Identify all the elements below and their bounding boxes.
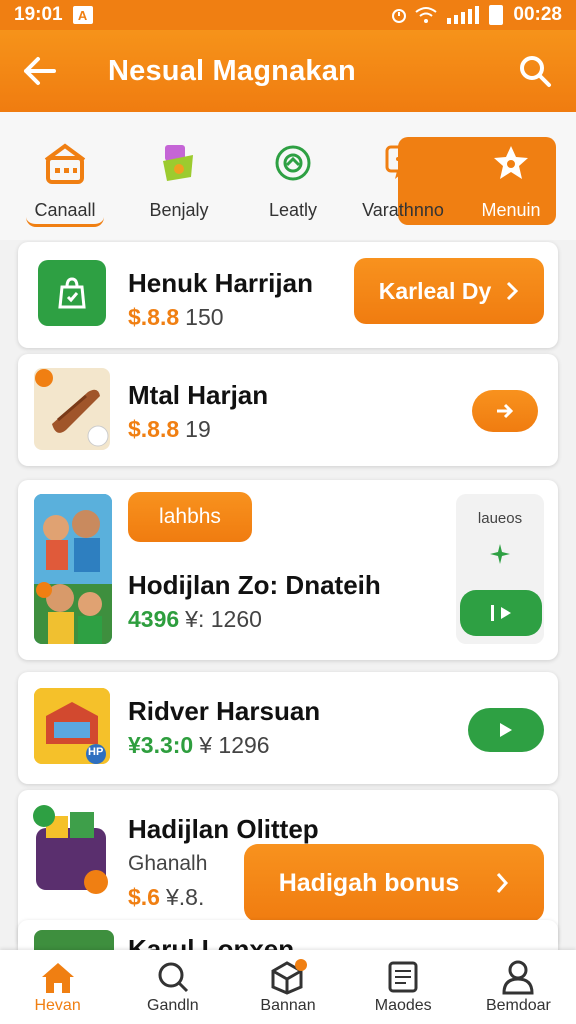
product-card[interactable]: Mtal Harjan $.8.8 19 [18, 354, 558, 466]
play-button[interactable] [460, 590, 542, 636]
alarm-icon [392, 9, 407, 23]
tab-menuin[interactable]: Menuin [456, 132, 566, 232]
price-value: 4396 [128, 606, 180, 632]
profile-icon [502, 960, 534, 995]
chevron-right-icon [507, 281, 519, 301]
arrow-button[interactable] [472, 390, 538, 432]
search-button[interactable] [512, 48, 558, 94]
play-icon [500, 723, 512, 737]
shopping-bag-icon [38, 260, 106, 326]
button-label: Karleal Dy [378, 277, 492, 304]
play-icon [491, 605, 511, 621]
cell-signal-icon [447, 6, 480, 24]
hp-tag: HP [88, 746, 104, 758]
signal-icons [391, 6, 480, 24]
gift-bag-icon [159, 132, 199, 194]
globe-icon [273, 132, 313, 194]
status-bar: 19:01 A 00:28 [0, 0, 576, 30]
star-badge-icon [491, 132, 531, 194]
tab-leatly[interactable]: Leatly [238, 132, 348, 232]
bag-icon [30, 802, 112, 898]
lahbhs-badge[interactable]: lahbhs [128, 492, 252, 542]
app-bar: Nesual Magnakan [0, 30, 576, 112]
product-title: Hodijlan Zo: Dnateih [128, 570, 381, 600]
bottom-nav: Hevan Gandln Bannan Maodes Bemdoar [0, 950, 576, 1024]
notification-icon: A [72, 6, 93, 24]
document-icon [388, 961, 418, 993]
product-subtitle: Ghanalh [128, 852, 208, 875]
price-sub: ¥ 1296 [199, 732, 270, 758]
tab-varathnno[interactable]: Varathnno [348, 132, 458, 232]
hadigah-bonus-button[interactable]: Hadigah bonus [244, 844, 544, 922]
product-title: Ridver Harsuan [128, 696, 321, 726]
chevron-right-icon [497, 873, 509, 893]
product-price: $.6 ¥.8. [128, 884, 204, 911]
nav-label: Gandln [147, 997, 199, 1014]
product-title: Mtal Harjan [128, 380, 269, 410]
status-time: 19:01 [14, 4, 63, 25]
side-label: laueos [477, 510, 523, 527]
nav-bannan[interactable]: Bannan [230, 950, 345, 1024]
product-price: $.8.8 19 [128, 416, 211, 443]
nav-bemdoar[interactable]: Bemdoar [461, 950, 576, 1024]
tab-label: Leatly [268, 200, 318, 220]
button-label: Hadigah bonus [278, 868, 460, 897]
page-title: Nesual Magnakan [108, 54, 356, 87]
price-value: $.8.8 [128, 416, 180, 442]
side-panel: laueos [456, 494, 544, 644]
chat-icon [383, 132, 423, 194]
play-button[interactable] [468, 708, 544, 752]
nav-label: Bannan [260, 997, 316, 1014]
nav-label: Bemdoar [485, 997, 551, 1014]
price-value: $.8.8 [128, 304, 180, 330]
tab-label: Varathnno [362, 200, 444, 220]
product-card[interactable]: HP Ridver Harsuan ¥3.3:0 ¥ 1296 [18, 672, 558, 784]
shop-stall-icon: HP [34, 688, 110, 764]
search-icon [158, 962, 188, 993]
tab-label: Canaall [26, 200, 104, 227]
nav-gandln[interactable]: Gandln [115, 950, 230, 1024]
home-icon [41, 963, 74, 993]
product-price: 4396 ¥: 1260 [128, 606, 262, 633]
store-icon [40, 132, 90, 194]
back-arrow-icon [24, 57, 56, 85]
nav-hevan[interactable]: Hevan [0, 950, 115, 1024]
tab-label: Benjaly [149, 200, 209, 220]
nav-label: Hevan [34, 997, 81, 1014]
price-sub: ¥: 1260 [185, 606, 262, 632]
wifi-icon [415, 7, 438, 23]
tab-canaall[interactable]: Canaall [10, 132, 120, 232]
sparkle-icon [490, 544, 510, 564]
karleal-button[interactable]: Karleal Dy [354, 258, 544, 324]
back-button[interactable] [0, 30, 78, 112]
product-price: $.8.8 150 [128, 304, 224, 331]
product-title: Henuk Harrijan [128, 268, 313, 298]
price-sub: 150 [185, 304, 224, 330]
tab-benjaly[interactable]: Benjaly [124, 132, 234, 232]
price-sub: 19 [185, 416, 211, 442]
product-price: ¥3.3:0 ¥ 1296 [128, 732, 270, 759]
product-card[interactable]: lahbhs Hodijlan Zo: Dnateih 4396 ¥: 1260 … [18, 480, 558, 660]
product-card[interactable]: Henuk Harrijan $.8.8 150 Karleal Dy [18, 242, 558, 348]
family-illustration [34, 494, 112, 644]
nav-label: Maodes [374, 997, 432, 1014]
battery-icon [489, 5, 504, 25]
tab-label: Menuin [481, 200, 541, 220]
product-title: Hadijlan Olittep [128, 814, 319, 844]
price-sub: ¥.8. [165, 884, 205, 910]
nav-maodes[interactable]: Maodes [346, 950, 461, 1024]
status-clock: 00:28 [513, 4, 562, 25]
arrow-right-icon [497, 403, 514, 419]
box-icon [271, 959, 307, 995]
search-icon [520, 56, 551, 87]
price-value: ¥3.3:0 [128, 732, 194, 758]
bread-roll-icon [34, 368, 110, 450]
price-value: $.6 [128, 884, 160, 910]
